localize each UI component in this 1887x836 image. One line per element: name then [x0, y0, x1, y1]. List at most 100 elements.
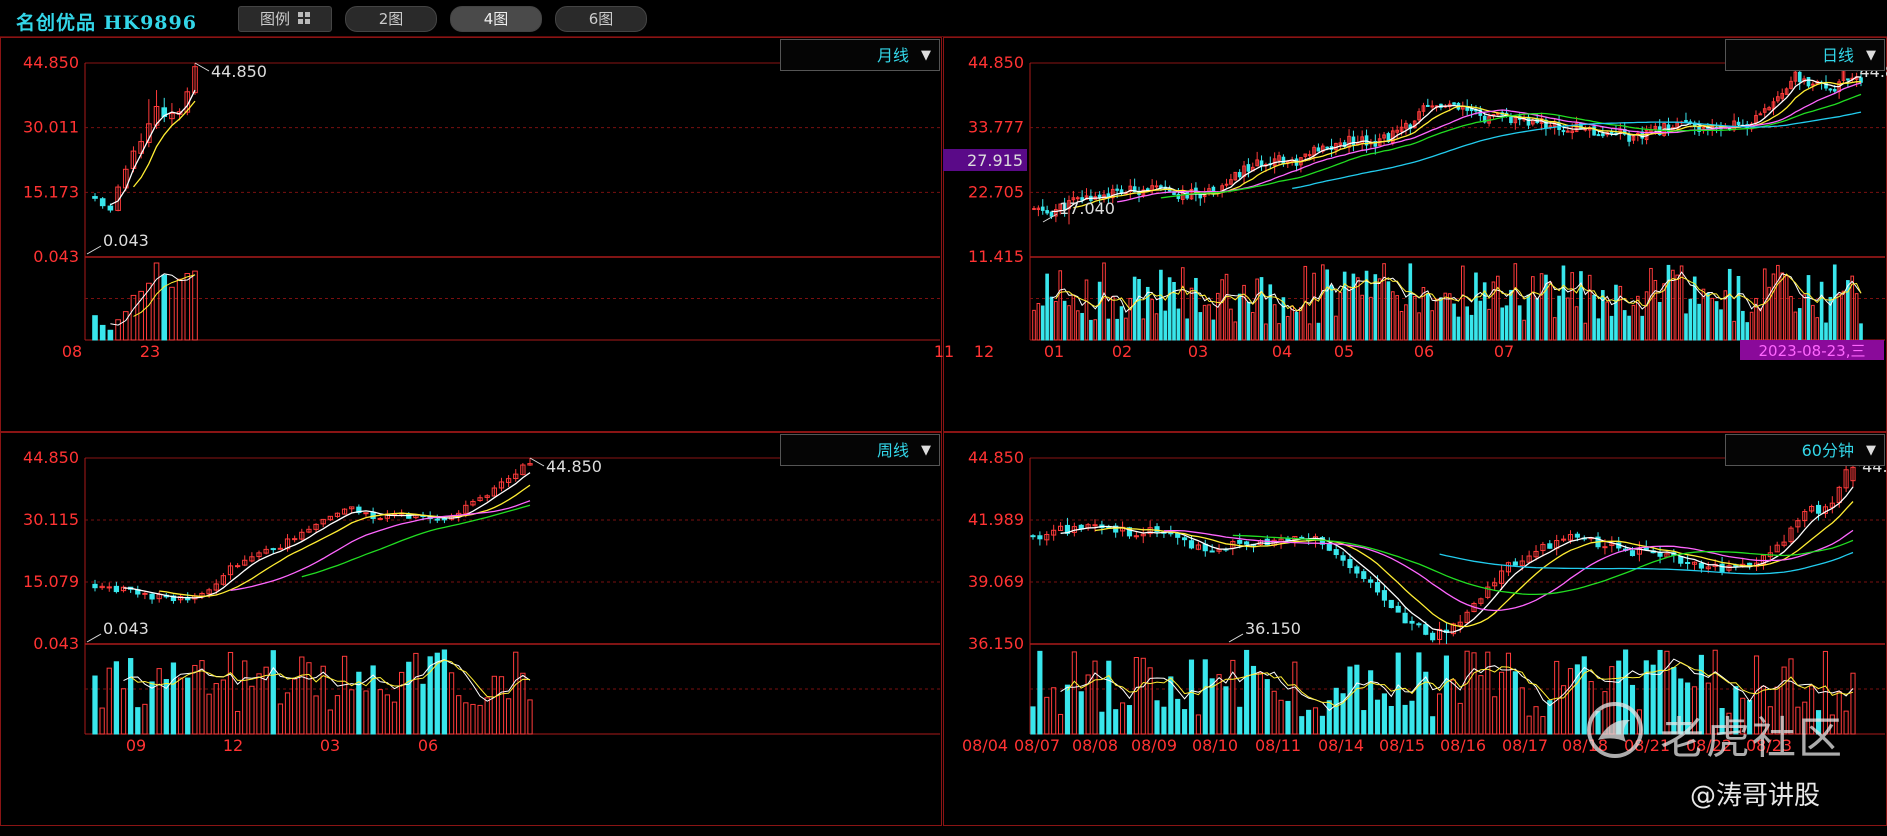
- layout-4-button[interactable]: 4图: [450, 6, 542, 32]
- volume-bar: [1229, 308, 1233, 341]
- y-tick-label: 44.850: [23, 448, 79, 467]
- low-pointer: [1228, 633, 1244, 643]
- volume-bar: [1614, 284, 1618, 341]
- volume-bar: [1797, 308, 1802, 341]
- y-tick-label: 39.069: [968, 572, 1024, 591]
- volume-bar: [1388, 705, 1394, 735]
- layout-6-button[interactable]: 6图: [555, 6, 647, 32]
- moving-average-line: [123, 472, 531, 599]
- candle-body: [1037, 535, 1043, 540]
- y-tick-label: 36.150: [968, 634, 1024, 653]
- stock-title: 名创优品 HK9896: [16, 12, 197, 34]
- x-tick-label: 08/07: [1014, 736, 1060, 755]
- candle-body: [363, 512, 369, 515]
- candle-body: [1678, 555, 1684, 564]
- candle-body: [106, 586, 112, 589]
- volume-bar: [1102, 262, 1106, 341]
- volume-bar: [456, 695, 462, 735]
- volume-bar: [192, 270, 198, 341]
- volume-bar: [1416, 652, 1422, 735]
- candle-body: [1361, 571, 1367, 579]
- volume-bar: [1325, 269, 1329, 341]
- chevron-down-icon: ▼: [921, 48, 931, 63]
- period-select-weekly[interactable]: 周线 ▼: [780, 434, 940, 466]
- volume-bar: [192, 664, 198, 735]
- volume-bar: [1499, 671, 1505, 735]
- volume-bar: [1439, 297, 1443, 341]
- volume-bar: [1189, 287, 1194, 341]
- volume-bar: [242, 660, 248, 735]
- volume-bar: [1128, 297, 1133, 341]
- volume-bar: [1278, 699, 1284, 735]
- volume-bar: [1618, 285, 1623, 341]
- volume-bar: [1078, 691, 1084, 735]
- volume-bar: [1271, 690, 1277, 735]
- volume-bar: [1307, 323, 1312, 341]
- candle-body: [1092, 524, 1098, 527]
- volume-bar: [1036, 302, 1041, 341]
- period-select-daily[interactable]: 日线 ▼: [1725, 39, 1885, 71]
- candle-body: [1049, 211, 1054, 217]
- volume-bar: [1312, 707, 1319, 735]
- y-tick-label: 44.850: [23, 53, 79, 72]
- panel-frame: [943, 37, 1887, 432]
- volume-bar: [1268, 284, 1273, 341]
- candle-body: [1224, 183, 1229, 186]
- volume-bar: [1175, 698, 1181, 735]
- volume-bar: [1140, 657, 1146, 735]
- candle-body: [1416, 623, 1422, 626]
- period-label: 月线: [876, 46, 909, 65]
- volume-bar: [477, 704, 483, 735]
- candle-body: [1307, 154, 1312, 157]
- volume-bar: [1075, 310, 1080, 341]
- candle-body: [1430, 105, 1434, 108]
- volume-bar: [1182, 709, 1188, 735]
- volume-bar: [1049, 296, 1054, 341]
- volume-bar: [1425, 293, 1430, 341]
- volume-bar: [1640, 315, 1645, 341]
- volume-bar: [1456, 316, 1461, 341]
- volume-bar: [1409, 700, 1415, 735]
- volume-bar: [1277, 323, 1281, 341]
- volume-bar: [1561, 265, 1566, 341]
- volume-bar: [1347, 666, 1353, 735]
- legend-button[interactable]: 图例: [238, 6, 332, 32]
- candle-body: [1045, 210, 1049, 214]
- volume-bar: [1548, 281, 1553, 341]
- volume-bar: [1657, 301, 1662, 341]
- volume-bar: [1526, 294, 1531, 341]
- volume-bar: [1176, 308, 1181, 341]
- y-tick-label: 30.011: [23, 118, 79, 137]
- top-toolbar: 名创优品 HK9896 图例 2图 4图 6图: [0, 0, 1887, 37]
- volume-bar: [1784, 275, 1789, 341]
- candle-body: [1698, 562, 1704, 569]
- volume-bar: [1539, 273, 1544, 341]
- volume-bar: [185, 677, 191, 735]
- low-annotation: 0.043: [103, 231, 149, 250]
- period-select-60min[interactable]: 60分钟 ▼: [1725, 434, 1885, 466]
- period-select-monthly[interactable]: 月线 ▼: [780, 39, 940, 71]
- volume-bar: [1552, 317, 1557, 341]
- volume-bar: [99, 707, 105, 735]
- volume-bar: [107, 329, 114, 341]
- chevron-down-icon: ▼: [1866, 48, 1876, 63]
- daily-chart-panel[interactable]: 44.85033.77722.70511.41544.85017.0401112…: [934, 37, 1887, 432]
- volume-bar: [142, 703, 148, 735]
- volume-bar: [1106, 660, 1112, 735]
- volume-bar: [1434, 298, 1439, 341]
- volume-bar: [1064, 684, 1071, 735]
- volume-bar: [1517, 305, 1522, 341]
- low-pointer: [86, 633, 102, 643]
- volume-bar: [1045, 273, 1049, 341]
- x-tick-label: 03: [320, 736, 340, 755]
- monthly-chart-panel[interactable]: 44.850 30.011 15.173 0.043 44.850 0.043 08 23 月…: [0, 37, 942, 432]
- volume-bar: [1631, 304, 1636, 341]
- volume-bar: [1237, 706, 1243, 735]
- volume-bar: [1124, 317, 1128, 341]
- volume-bar: [299, 656, 305, 735]
- weekly-chart-panel[interactable]: 44.850 30.115 15.079 0.043 44.850 0.043 09 12 03…: [0, 432, 942, 826]
- volume-bar: [1496, 275, 1500, 341]
- volume-bar: [1223, 686, 1229, 735]
- candle-body: [1281, 156, 1286, 165]
- layout-2-button[interactable]: 2图: [345, 6, 437, 32]
